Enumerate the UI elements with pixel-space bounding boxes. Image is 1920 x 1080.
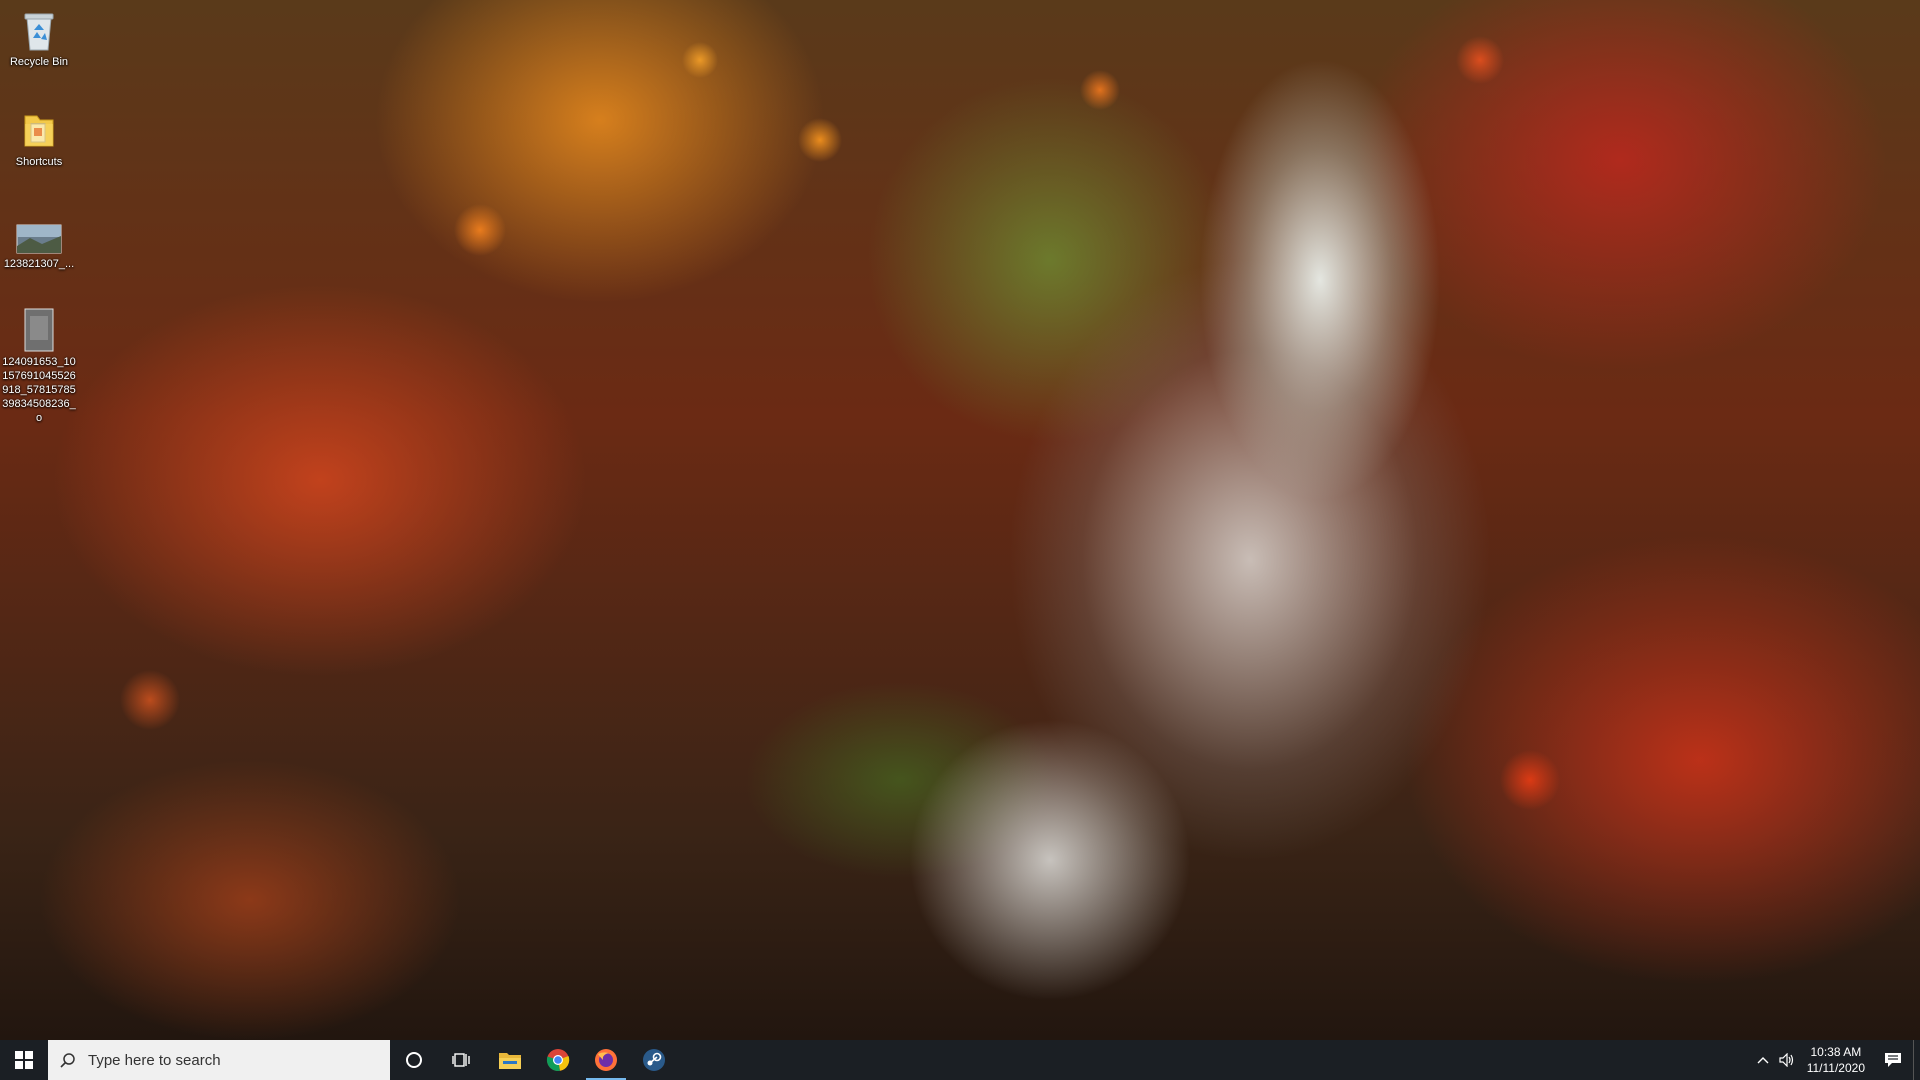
- chevron-up-icon: [1757, 1057, 1769, 1064]
- chrome-icon: [546, 1049, 570, 1071]
- desktop-wallpaper: Recycle Bin Shortcuts 123821307_... 1240…: [0, 0, 1920, 1040]
- wallpaper-leaves: [0, 0, 1920, 1040]
- image-file-icon: [24, 308, 54, 352]
- notification-icon: [1885, 1053, 1901, 1067]
- speaker-icon: [1779, 1053, 1793, 1067]
- search-placeholder: Type here to search: [88, 1051, 221, 1069]
- folder-icon: [499, 1053, 521, 1069]
- system-tray: 10:38 AM 11/11/2020: [1751, 1040, 1920, 1080]
- task-view-button[interactable]: [438, 1040, 486, 1080]
- desktop-icon-image-2[interactable]: 124091653_10157691045526918_578157853983…: [2, 308, 76, 425]
- start-button[interactable]: [0, 1040, 48, 1080]
- desktop-icon-label: 124091653_10157691045526918_578157853983…: [2, 356, 76, 424]
- show-desktop-button[interactable]: [1913, 1040, 1920, 1080]
- search-icon: [60, 1053, 75, 1068]
- taskbar-clock[interactable]: 10:38 AM 11/11/2020: [1799, 1044, 1873, 1076]
- cortana-circle-icon: [406, 1052, 422, 1068]
- taskbar-search-box[interactable]: Type here to search: [48, 1040, 390, 1080]
- clock-date: 11/11/2020: [1806, 1061, 1865, 1075]
- show-hidden-icons-button[interactable]: [1751, 1040, 1775, 1080]
- desktop-icon-label: Recycle Bin: [9, 56, 69, 68]
- firefox-icon: [595, 1049, 617, 1071]
- clock-time: 10:38 AM: [1810, 1045, 1862, 1059]
- steam-button[interactable]: [630, 1040, 678, 1080]
- image-file-icon: [16, 224, 62, 254]
- volume-button[interactable]: [1775, 1040, 1799, 1080]
- desktop-icon-label: Shortcuts: [15, 156, 63, 168]
- firefox-button[interactable]: [582, 1040, 630, 1080]
- steam-icon: [643, 1049, 665, 1071]
- cortana-button[interactable]: [390, 1040, 438, 1080]
- desktop-icon-shortcuts[interactable]: Shortcuts: [2, 108, 76, 169]
- desktop-icon-recycle-bin[interactable]: Recycle Bin: [2, 8, 76, 69]
- folder-icon: [24, 115, 54, 147]
- recycle-bin-icon: [24, 13, 54, 51]
- task-view-icon: [452, 1053, 470, 1067]
- chrome-button[interactable]: [534, 1040, 582, 1080]
- windows-logo-icon: [15, 1051, 33, 1069]
- action-center-button[interactable]: [1873, 1040, 1913, 1080]
- desktop-icon-label: 123821307_...: [3, 258, 75, 270]
- taskbar: Type here to search 10:38 AM 11/11/2020: [0, 1040, 1920, 1080]
- file-explorer-button[interactable]: [486, 1040, 534, 1080]
- desktop-icon-image-1[interactable]: 123821307_...: [2, 224, 76, 271]
